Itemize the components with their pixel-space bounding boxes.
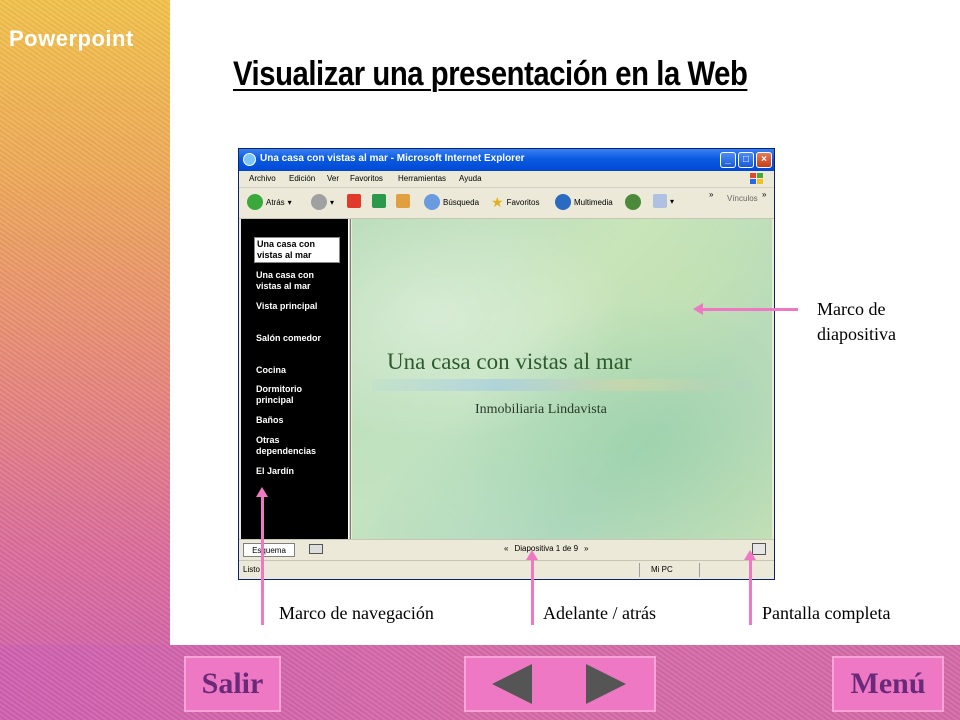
next-arrow-icon[interactable] bbox=[586, 664, 626, 704]
arrow-slide-frame bbox=[703, 308, 798, 311]
menu-button[interactable]: Menú bbox=[832, 656, 944, 712]
browser-titlebar: Una casa con vistas al mar - Microsoft I… bbox=[239, 149, 774, 171]
mail-icon bbox=[653, 194, 667, 208]
windows-logo-icon bbox=[750, 173, 763, 184]
arrowhead-left-icon bbox=[693, 303, 703, 315]
arrow-nav-frame bbox=[261, 497, 264, 625]
menu-favoritos[interactable]: Favoritos bbox=[350, 174, 383, 183]
outline-item[interactable]: Otras dependencias bbox=[256, 435, 336, 457]
callout-slide-frame-line1: Marco de bbox=[817, 299, 886, 319]
outline-item[interactable]: Una casa con vistas al mar bbox=[254, 237, 340, 263]
refresh-button[interactable] bbox=[372, 194, 386, 208]
stop-icon bbox=[347, 194, 361, 208]
window-title: Una casa con vistas al mar - Microsoft I… bbox=[260, 153, 525, 164]
outline-item[interactable]: Dormitorio principal bbox=[256, 384, 336, 406]
maximize-button[interactable]: □ bbox=[738, 152, 754, 168]
menu-herramientas[interactable]: Herramientas bbox=[398, 174, 446, 183]
prev-next-buttons bbox=[464, 656, 656, 712]
forward-arrow-icon bbox=[311, 194, 327, 210]
status-text: Listo bbox=[243, 565, 260, 574]
menu-bar: Archivo Edición Ver Favoritos Herramient… bbox=[239, 171, 774, 188]
callout-forward-back: Adelante / atrás bbox=[543, 603, 656, 623]
links-label[interactable]: Vínculos bbox=[727, 194, 758, 203]
favorites-label: Favoritos bbox=[506, 198, 540, 207]
callout-fullscreen: Pantalla completa bbox=[762, 603, 891, 623]
search-button[interactable]: Búsqueda bbox=[424, 194, 479, 210]
next-slide-button[interactable]: » bbox=[584, 544, 588, 553]
notes-toggle-icon[interactable] bbox=[309, 544, 323, 554]
previous-slide-button[interactable]: « bbox=[504, 544, 508, 553]
toolbar-chevron[interactable]: » bbox=[709, 190, 713, 199]
exit-button[interactable]: Salir bbox=[184, 656, 281, 712]
stop-button[interactable] bbox=[347, 194, 361, 208]
back-button[interactable]: Atrás ▾ bbox=[247, 194, 292, 210]
star-icon: ★ bbox=[491, 194, 504, 210]
callout-nav-frame: Marco de navegación bbox=[279, 603, 434, 623]
arrow-fullscreen bbox=[749, 560, 752, 625]
ie-logo-icon bbox=[243, 153, 256, 166]
home-button[interactable] bbox=[396, 194, 410, 208]
links-chevron[interactable]: » bbox=[762, 190, 766, 199]
forward-button[interactable]: ▾ bbox=[311, 194, 334, 210]
left-decorative-strip bbox=[0, 0, 170, 720]
page-title: Visualizar una presentación en la Web bbox=[233, 55, 748, 93]
brand-label: Powerpoint bbox=[9, 26, 134, 51]
callout-slide-frame: Marco de diapositiva bbox=[817, 297, 896, 347]
back-label: Atrás bbox=[266, 197, 285, 207]
slide-subtitle: Inmobiliaria Lindavista bbox=[475, 402, 607, 417]
arrowhead-up-icon bbox=[744, 550, 756, 560]
status-separator bbox=[699, 563, 700, 577]
callout-slide-frame-line2: diapositiva bbox=[817, 324, 896, 344]
outline-item[interactable]: Cocina bbox=[256, 365, 336, 376]
back-arrow-icon bbox=[247, 194, 263, 210]
outline-tab[interactable]: Esquema bbox=[243, 543, 295, 557]
home-icon bbox=[396, 194, 410, 208]
favorites-button[interactable]: ★ Favoritos bbox=[491, 194, 539, 211]
previous-arrow-icon[interactable] bbox=[492, 664, 532, 704]
outline-item[interactable]: Baños bbox=[256, 415, 336, 426]
mail-button[interactable]: ▾ bbox=[653, 194, 674, 208]
minimize-button[interactable]: _ bbox=[720, 152, 736, 168]
menu-ver[interactable]: Ver bbox=[327, 174, 339, 183]
media-icon bbox=[555, 194, 571, 210]
browser-toolbar: Atrás ▾ ▾ Búsqueda ★ Favoritos Multimedi… bbox=[239, 188, 774, 219]
menu-edicion[interactable]: Edición bbox=[289, 174, 315, 183]
status-bar: Listo Mi PC bbox=[239, 560, 774, 579]
outline-item[interactable]: Vista principal bbox=[256, 301, 336, 312]
arrowhead-up-icon bbox=[256, 487, 268, 497]
history-icon bbox=[625, 194, 641, 210]
status-separator bbox=[639, 563, 640, 577]
search-icon bbox=[424, 194, 440, 210]
multimedia-button[interactable]: Multimedia bbox=[555, 194, 613, 210]
outline-item[interactable]: Salón comedor bbox=[256, 333, 336, 344]
history-button[interactable] bbox=[625, 194, 641, 210]
multimedia-label: Multimedia bbox=[574, 197, 613, 207]
slide-decorative-band bbox=[372, 379, 752, 391]
slide-frame: Una casa con vistas al mar Inmobiliaria … bbox=[352, 219, 772, 539]
arrow-forward-back bbox=[531, 560, 534, 625]
close-button[interactable]: × bbox=[756, 152, 772, 168]
slide-heading: Una casa con vistas al mar bbox=[387, 349, 632, 374]
frame-splitter[interactable] bbox=[348, 219, 351, 539]
refresh-icon bbox=[372, 194, 386, 208]
browser-window: Una casa con vistas al mar - Microsoft I… bbox=[238, 148, 775, 580]
slide-counter: Diapositiva 1 de 9 bbox=[514, 544, 579, 553]
slide-navigation-bar: Esquema « Diapositiva 1 de 9 » bbox=[239, 539, 774, 560]
search-label: Búsqueda bbox=[443, 197, 480, 207]
slide-pager: « Diapositiva 1 de 9 » bbox=[504, 544, 589, 553]
outline-item[interactable]: El Jardín bbox=[256, 466, 336, 477]
menu-label: Menú bbox=[850, 667, 926, 700]
outline-item[interactable]: Una casa con vistas al mar bbox=[256, 270, 336, 292]
exit-label: Salir bbox=[201, 667, 264, 700]
menu-ayuda[interactable]: Ayuda bbox=[459, 174, 482, 183]
zone-label: Mi PC bbox=[651, 565, 673, 574]
menu-archivo[interactable]: Archivo bbox=[249, 174, 276, 183]
arrowhead-up-icon bbox=[526, 550, 538, 560]
